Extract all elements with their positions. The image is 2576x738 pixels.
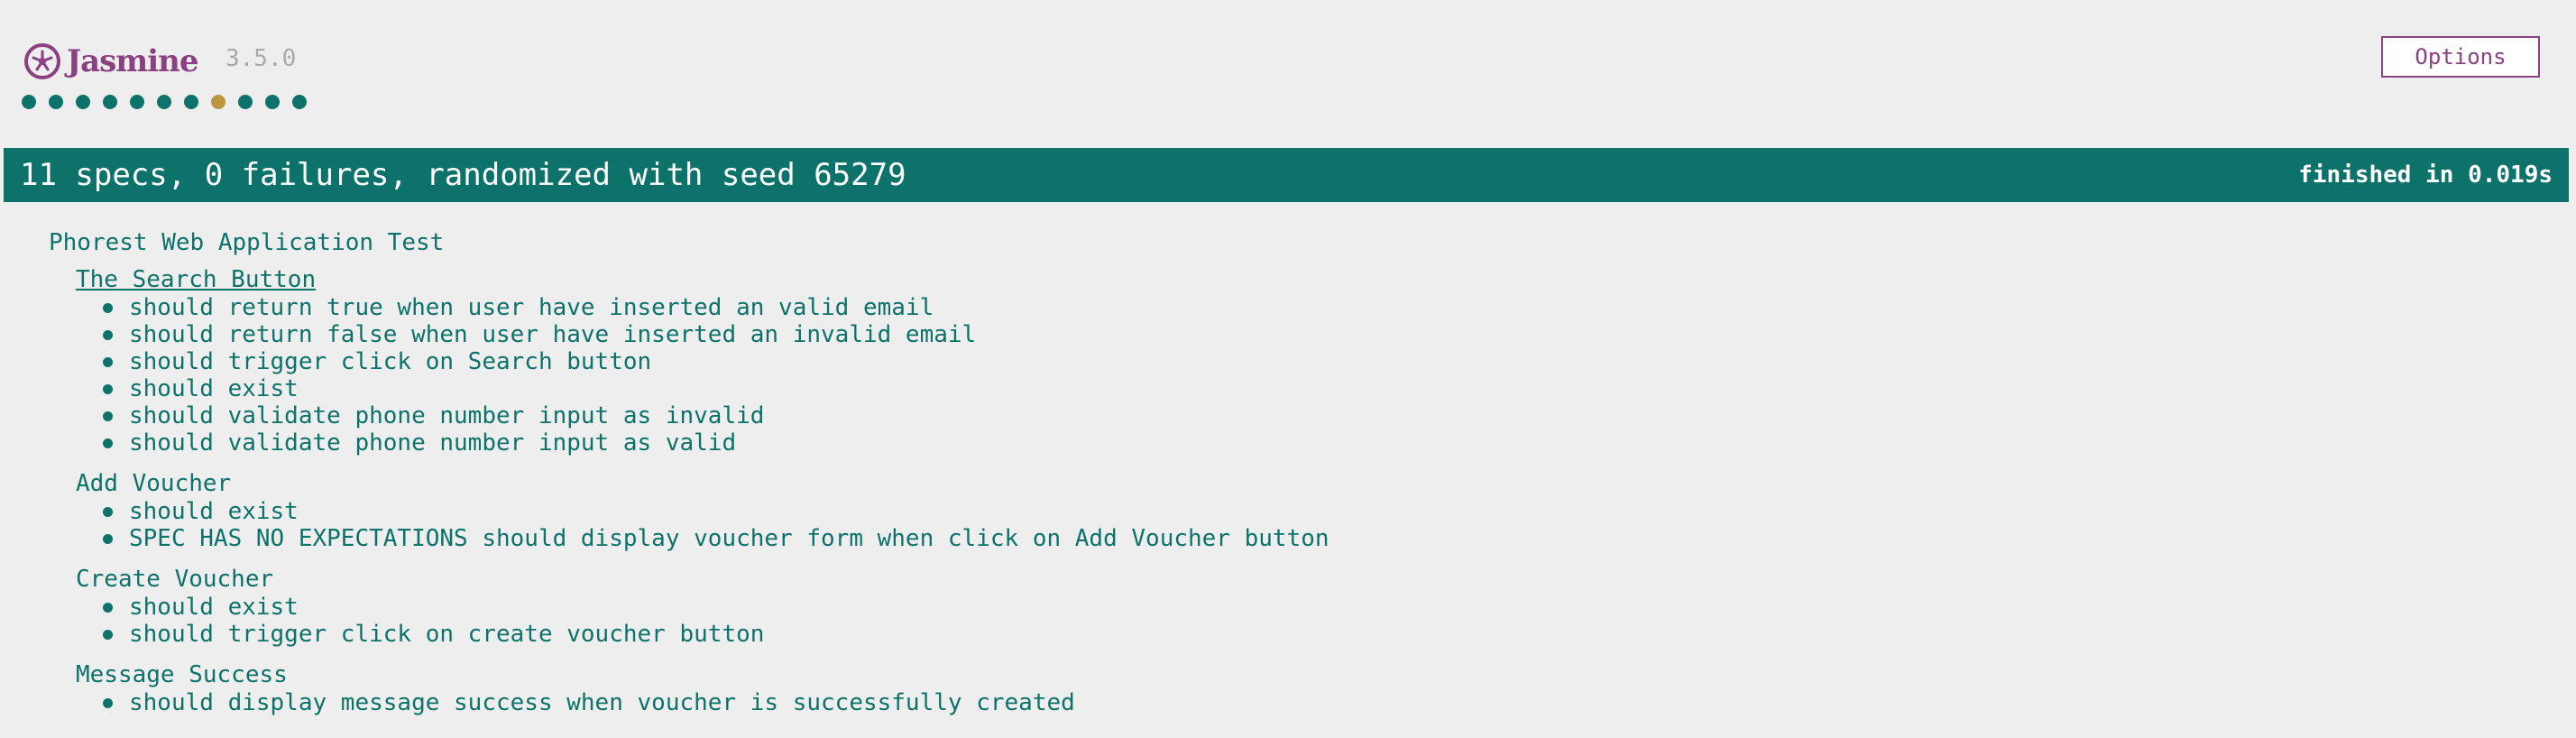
spec-dot-empty[interactable]: [211, 95, 225, 109]
spec-link[interactable]: should exist: [129, 498, 299, 525]
spec-dot-passed[interactable]: [184, 95, 198, 109]
bullet-icon: [103, 697, 113, 708]
spec-item: SPEC HAS NO EXPECTATIONS should display …: [103, 525, 1329, 552]
suite: Add Voucher should exist SPEC HAS NO EXPEC…: [76, 469, 1329, 552]
suite-title-link[interactable]: Create Voucher: [76, 565, 273, 594]
suite-title-link[interactable]: Message Success: [76, 660, 288, 689]
bullet-icon: [103, 383, 113, 394]
spec-item: should return true when user have insert…: [103, 294, 1329, 321]
summary-bar: 11 specs, 0 failures, randomized with se…: [4, 148, 2569, 202]
suite: Create Voucher should exist should trigger…: [76, 565, 1329, 648]
summary-text: 11 specs, 0 failures, randomized with se…: [20, 157, 906, 193]
bullet-icon: [103, 356, 113, 367]
bullet-icon: [103, 629, 113, 640]
duration-text: finished in 0.019s: [2298, 161, 2553, 189]
spec-dot-passed[interactable]: [238, 95, 253, 109]
spec-dot-passed[interactable]: [292, 95, 307, 109]
suite-title-link[interactable]: The Search Button: [76, 265, 316, 294]
jasmine-flower-icon: [23, 42, 61, 80]
spec-item: should validate phone number input as va…: [103, 429, 1329, 457]
spec-item: should exist: [103, 498, 1329, 525]
spec-link[interactable]: should display message success when vouc…: [129, 689, 1075, 716]
spec-dot-passed[interactable]: [157, 95, 171, 109]
spec-item: should trigger click on create voucher b…: [103, 621, 1329, 648]
spec-link[interactable]: SPEC HAS NO EXPECTATIONS should display …: [129, 525, 1329, 552]
bullet-icon: [103, 533, 113, 544]
spec-link[interactable]: should validate phone number input as va…: [129, 429, 736, 457]
bullet-icon: [103, 506, 113, 517]
spec-link[interactable]: should exist: [129, 594, 299, 621]
spec-dot-passed[interactable]: [49, 95, 63, 109]
spec-link[interactable]: should validate phone number input as in…: [129, 402, 764, 429]
results-tree: Phorest Web Application Test The Search …: [49, 226, 1329, 729]
bullet-icon: [103, 329, 113, 340]
root-suite-title[interactable]: Phorest Web Application Test: [49, 226, 1329, 260]
spec-dot-passed[interactable]: [76, 95, 90, 109]
jasmine-header: Jasmine 3.5.0 Options: [0, 0, 2576, 144]
suite: The Search Button should return true when…: [76, 265, 1329, 457]
spec-dot-passed[interactable]: [130, 95, 144, 109]
spec-list: should exist should trigger click on crea…: [76, 594, 1329, 648]
spec-link[interactable]: should return true when user have insert…: [129, 294, 934, 321]
jasmine-version: 3.5.0: [225, 45, 297, 72]
spec-dot-passed[interactable]: [103, 95, 117, 109]
suite: Message Success should display message su…: [76, 660, 1329, 716]
bullet-icon: [103, 438, 113, 448]
bullet-icon: [103, 602, 113, 613]
spec-link[interactable]: should trigger click on Search button: [129, 348, 651, 375]
spec-link[interactable]: should exist: [129, 375, 299, 402]
spec-item: should exist: [103, 375, 1329, 402]
spec-item: should trigger click on Search button: [103, 348, 1329, 375]
spec-list: should return true when user have insert…: [76, 294, 1329, 457]
spec-list: should exist SPEC HAS NO EXPECTATIONS sho…: [76, 498, 1329, 552]
spec-item: should validate phone number input as in…: [103, 402, 1329, 429]
suite-list: The Search Button should return true when…: [49, 265, 1329, 716]
options-button[interactable]: Options: [2381, 36, 2540, 78]
spec-dot-passed[interactable]: [265, 95, 280, 109]
bullet-icon: [103, 411, 113, 421]
spec-link[interactable]: should trigger click on create voucher b…: [129, 621, 764, 648]
spec-list: should display message success when vouc…: [76, 689, 1329, 716]
spec-link[interactable]: should return false when user have inser…: [129, 321, 976, 348]
bullet-icon: [103, 302, 113, 313]
spec-item: should return false when user have inser…: [103, 321, 1329, 348]
jasmine-logo: Jasmine: [23, 40, 199, 83]
jasmine-logo-text: Jasmine: [67, 43, 199, 79]
spec-dot-passed[interactable]: [22, 95, 36, 109]
spec-status-dots: [22, 95, 307, 109]
suite-title-link[interactable]: Add Voucher: [76, 469, 231, 498]
spec-item: should display message success when vouc…: [103, 689, 1329, 716]
spec-item: should exist: [103, 594, 1329, 621]
